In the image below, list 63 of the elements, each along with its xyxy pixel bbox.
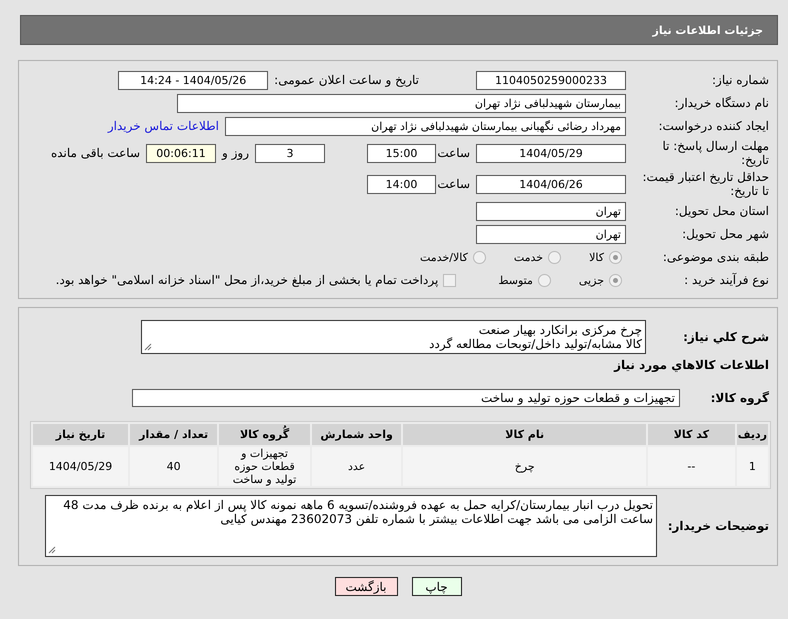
validity-time-field[interactable]: 14:00 [367, 174, 436, 194]
field-label: شرح کلي نياز: [682, 330, 769, 344]
field-label: استان محل تحویل: [674, 204, 769, 218]
table-cell: تجهیزات و قطعات حوزه تولید و ساخت [219, 447, 310, 486]
validity-date-field[interactable]: 1404/06/26 [476, 174, 626, 194]
column-header: ردیف [736, 424, 768, 445]
field-label: نوع فرآیند خرید : [683, 273, 769, 287]
remaining-label: ساعت باقی مانده [50, 146, 140, 160]
days-label: روز و [222, 146, 249, 160]
column-header: نام کالا [403, 424, 646, 445]
table-cell: 40 [130, 447, 218, 486]
deadline-time-field[interactable]: 15:00 [367, 144, 436, 162]
radio-label: جزیی [578, 274, 604, 286]
field-label: شماره نیاز: [711, 73, 769, 87]
column-header: گُروه کالا [219, 424, 310, 445]
resize-handle-icon[interactable] [144, 343, 152, 351]
contact-link[interactable]: اطلاعات تماس خریدار [108, 119, 219, 133]
table-cell: چرخ [403, 447, 646, 486]
radio-label: کالا/خدمت [420, 250, 468, 264]
radio-button[interactable] [472, 250, 486, 264]
action-button[interactable]: چاپ [412, 577, 462, 596]
radio-button[interactable] [538, 274, 551, 286]
requester-field[interactable]: مهرداد رضائی نگهبانی بیمارستان شهیدلبافی نژاد تهران [225, 116, 626, 136]
table-cell: -- [648, 447, 735, 486]
field-label: توضیحات خریدار: [666, 519, 769, 533]
column-header: تعداد / مقدار [130, 424, 218, 445]
radio-button[interactable] [609, 274, 622, 286]
checkbox[interactable] [443, 274, 456, 286]
field-label: نام دستگاه خریدار: [674, 96, 769, 110]
field-label: حداقل تاریخ اعتبار قیمت: تا تاریخ: [641, 170, 769, 198]
column-header: واحد شمارش [312, 424, 402, 445]
buyer-notes-text-area[interactable]: تحویل درب انبار بیمارستان/کرایه حمل به عهده فروشنده/تسویه 6 ماهه نمونه کالا پس از اعلام به برنده ظرف مدت 48 ساعت الزامی می باشد جهت اطلاعات بیشتر با شماره تلفن 23602073 مهندس کیایی [45, 495, 657, 557]
announce-date-field[interactable]: 1404/05/26 - 14:24 [118, 70, 268, 90]
field-label: شهر محل تحویل: [681, 227, 769, 241]
column-header: تاریخ نیاز [33, 424, 128, 445]
province-field[interactable]: تهران [476, 202, 626, 220]
need-number-field[interactable]: 1104050259000233 [476, 70, 626, 90]
radio-button[interactable] [609, 250, 622, 264]
days-field[interactable]: 3 [255, 144, 325, 162]
radio-label: متوسط [498, 274, 533, 286]
summary-text-area[interactable]: چرخ مرکزی برانکارد بهیار صنعت کالا مشابه/تولید داخل/توبحات مطالعه گردد [141, 320, 646, 354]
deadline-date-field[interactable]: 1404/05/29 [476, 144, 626, 162]
resize-handle-icon[interactable] [48, 546, 56, 554]
field-label: مهلت ارسال پاسخ: تا تاریخ: [661, 139, 769, 167]
remaining-time-field[interactable]: 00:06:11 [146, 144, 216, 162]
field-label: گروه کالا: [710, 391, 769, 405]
table-cell: 1 [736, 447, 768, 486]
table-cell: عدد [312, 447, 402, 486]
goods-group-field[interactable]: تجهیزات و قطعات حوزه تولید و ساخت [132, 389, 680, 407]
radio-label: کالا [589, 250, 604, 264]
page-title-bar: جزئیات اطلاعات نیاز [20, 15, 778, 45]
radio-label: خدمت [514, 250, 544, 264]
payment-note: پرداخت تمام یا بخشی از مبلغ خرید،از محل "اسناد خزانه اسلامی" خواهد بود. [56, 273, 438, 287]
column-header: کد کالا [648, 424, 735, 445]
field-label: طبقه بندی موضوعی: [662, 250, 769, 264]
action-button[interactable]: بازگشت [334, 577, 398, 596]
table-cell: 1404/05/29 [33, 447, 128, 486]
city-field[interactable]: تهران [476, 224, 626, 244]
field-label: ایجاد کننده درخواست: [657, 119, 769, 133]
section-title: اطلاعات کالاهاي مورد نياز [614, 358, 769, 372]
buyer-org-field[interactable]: بیمارستان شهیدلبافی نژاد تهران [177, 94, 626, 112]
radio-button[interactable] [548, 250, 562, 264]
field-label: تاریخ و ساعت اعلان عمومی: [274, 73, 419, 87]
